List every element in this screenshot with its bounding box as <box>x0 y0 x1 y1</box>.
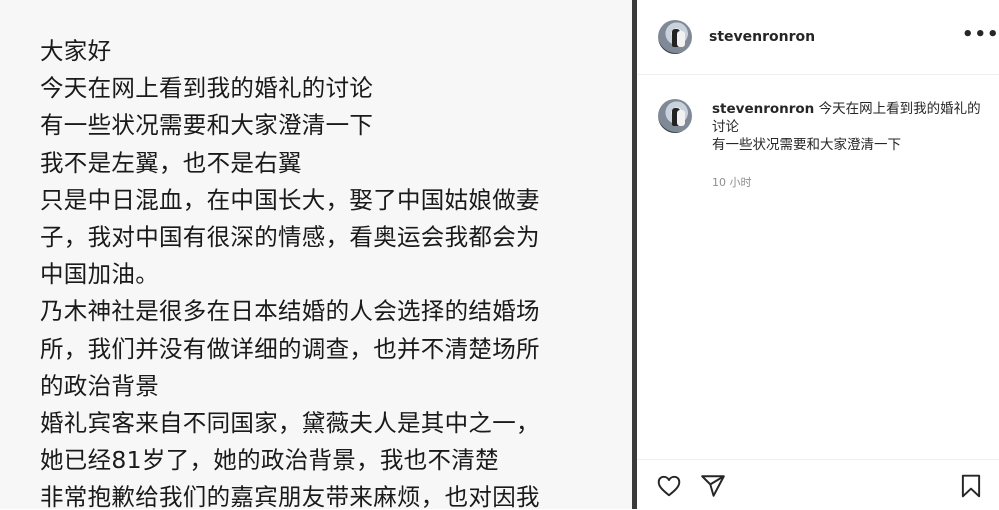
post-text-line: 的政治背景 <box>40 371 159 400</box>
post-text-line: 今天在网上看到我的婚礼的讨论 <box>40 74 374 103</box>
post-text-line: 子，我对中国有很深的情感，看奥运会我都会为 <box>40 223 540 252</box>
post-image[interactable]: 大家好 今天在网上看到我的婚礼的讨论 有一些状况需要和大家澄清一下 我不是左翼，… <box>0 0 632 509</box>
post-image-text: 大家好 今天在网上看到我的婚礼的讨论 有一些状况需要和大家澄清一下 我不是左翼，… <box>40 33 600 509</box>
send-icon[interactable] <box>700 473 726 499</box>
post-sidebar: stevenronron ••• stevenronron 今天在网上看到我的婚… <box>637 0 999 509</box>
caption-text: stevenronron 今天在网上看到我的婚礼的讨论 有一些状况需要和大家澄清… <box>712 100 982 154</box>
post-text-line: 所，我们并没有做详细的调查，也并不清楚场所 <box>40 334 540 363</box>
avatar[interactable] <box>658 20 692 54</box>
username-link[interactable]: stevenronron <box>709 29 815 45</box>
caption-line: 有一些状况需要和大家澄清一下 <box>712 137 901 153</box>
avatar[interactable] <box>658 99 692 133</box>
post-text-line: 乃木神社是很多在日本结婚的人会选择的结婚场 <box>40 297 540 326</box>
post-text-line: 她已经81岁了，她的政治背景，我也不清楚 <box>40 446 499 475</box>
bookmark-icon[interactable] <box>958 473 984 499</box>
caption-username[interactable]: stevenronron <box>712 101 814 117</box>
avatar-figure <box>677 31 685 47</box>
post-header: stevenronron ••• <box>637 0 999 75</box>
post-text-line: 非常抱歉给我们的嘉宾朋友带来麻烦，也对因我 <box>40 483 540 509</box>
post-text-line: 大家好 <box>40 37 112 65</box>
timestamp[interactable]: 10 小时 <box>712 174 752 190</box>
post-text-line: 我不是左翼，也不是右翼 <box>40 148 302 177</box>
post-text-line: 婚礼宾客来自不同国家，黛薇夫人是其中之一， <box>40 409 540 438</box>
action-bar <box>637 459 999 510</box>
post-text-line: 有一些状况需要和大家澄清一下 <box>40 111 374 140</box>
more-options-icon[interactable]: ••• <box>962 24 999 45</box>
post-text-line: 只是中日混血，在中国长大，娶了中国姑娘做妻 <box>40 185 540 214</box>
post-text-line: 中国加油。 <box>40 260 159 289</box>
heart-icon[interactable] <box>656 473 682 499</box>
avatar-figure <box>677 110 685 126</box>
